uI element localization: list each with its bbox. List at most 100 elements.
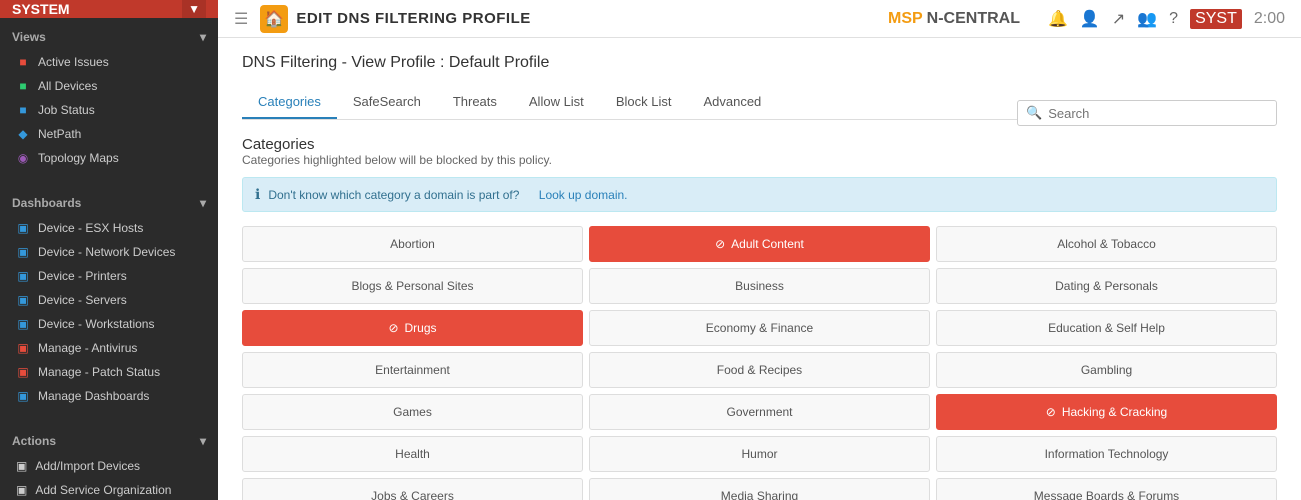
category-button[interactable]: Games <box>242 394 583 430</box>
sidebar-item-label: All Devices <box>38 79 97 93</box>
sidebar-item-label: Manage - Patch Status <box>38 365 160 379</box>
antivirus-icon: ▣ <box>16 341 30 355</box>
sidebar-item-printers[interactable]: ▣ Device - Printers <box>0 264 218 288</box>
sidebar-item-servers[interactable]: ▣ Device - Servers <box>0 288 218 312</box>
search-bar: 🔍 <box>1017 100 1277 126</box>
workstations-icon: ▣ <box>16 317 30 331</box>
tab-block-list[interactable]: Block List <box>600 86 688 119</box>
job-status-icon: ■ <box>16 103 30 117</box>
printers-icon: ▣ <box>16 269 30 283</box>
category-button[interactable]: ⊘Drugs <box>242 310 583 346</box>
section-title: Categories <box>242 136 315 153</box>
sys-time: 2:00 <box>1254 10 1285 28</box>
category-button[interactable]: Blogs & Personal Sites <box>242 268 583 304</box>
hamburger-icon[interactable]: ☰ <box>234 9 248 29</box>
help-icon[interactable]: ? <box>1169 10 1178 28</box>
all-devices-icon: ■ <box>16 79 30 93</box>
category-button[interactable]: Education & Self Help <box>936 310 1277 346</box>
blocked-icon: ⊘ <box>388 321 398 335</box>
category-button[interactable]: Information Technology <box>936 436 1277 472</box>
category-button[interactable]: Alcohol & Tobacco <box>936 226 1277 262</box>
category-button[interactable]: Food & Recipes <box>589 352 930 388</box>
sidebar-item-manage-dashboards[interactable]: ▣ Manage Dashboards <box>0 384 218 408</box>
sidebar-item-all-devices[interactable]: ■ All Devices <box>0 74 218 98</box>
sidebar-item-label: Active Issues <box>38 55 109 69</box>
info-bar: ℹ Don't know which category a domain is … <box>242 177 1277 212</box>
blocked-icon: ⊘ <box>1046 405 1056 419</box>
topbar-title: EDIT DNS FILTERING PROFILE <box>296 10 530 27</box>
sidebar-item-patch-status[interactable]: ▣ Manage - Patch Status <box>0 360 218 384</box>
category-button[interactable]: Gambling <box>936 352 1277 388</box>
tab-categories[interactable]: Categories <box>242 86 337 119</box>
sidebar-item-label: Device - Servers <box>38 293 127 307</box>
esx-icon: ▣ <box>16 221 30 235</box>
topbar-title-area: 🏠 EDIT DNS FILTERING PROFILE <box>260 5 876 33</box>
category-button[interactable]: Business <box>589 268 930 304</box>
category-button[interactable]: Jobs & Careers <box>242 478 583 500</box>
sidebar-item-active-issues[interactable]: ■ Active Issues <box>0 50 218 74</box>
category-button[interactable]: Health <box>242 436 583 472</box>
user-icon[interactable]: 👤 <box>1080 9 1100 29</box>
category-button[interactable]: ⊘Adult Content <box>589 226 930 262</box>
category-button[interactable]: Abortion <box>242 226 583 262</box>
tab-safesearch[interactable]: SafeSearch <box>337 86 437 119</box>
category-button[interactable]: Message Boards & Forums <box>936 478 1277 500</box>
info-text: Don't know which category a domain is pa… <box>268 188 519 202</box>
brand-msp: MSP <box>888 10 923 28</box>
export-icon[interactable]: ↗ <box>1112 9 1125 29</box>
sidebar-item-label: Add Service Organization <box>35 483 171 497</box>
users-icon[interactable]: 👥 <box>1137 9 1157 29</box>
sidebar-dashboards-chevron: ▾ <box>200 196 206 210</box>
page-title: DNS Filtering - View Profile : Default P… <box>242 54 1277 72</box>
category-button[interactable]: Entertainment <box>242 352 583 388</box>
sidebar-item-antivirus[interactable]: ▣ Manage - Antivirus <box>0 336 218 360</box>
sidebar-item-label: Device - ESX Hosts <box>38 221 143 235</box>
topbar-logo: 🏠 <box>260 5 288 33</box>
sidebar-item-label: Manage - Antivirus <box>38 341 137 355</box>
search-input[interactable] <box>1048 106 1268 121</box>
category-button[interactable]: ⊘Hacking & Cracking <box>936 394 1277 430</box>
sidebar-actions-label: Actions <box>12 434 56 448</box>
sidebar-item-topology-maps[interactable]: ◉ Topology Maps <box>0 146 218 170</box>
categories-grid: Abortion⊘Adult ContentAlcohol & TobaccoB… <box>242 226 1277 500</box>
sidebar-item-job-status[interactable]: ■ Job Status <box>0 98 218 122</box>
sidebar-actions-chevron: ▾ <box>200 434 206 448</box>
tab-threats[interactable]: Threats <box>437 86 513 119</box>
sidebar-item-add-service-org[interactable]: ▣ Add Service Organization <box>0 478 218 500</box>
sidebar-views-chevron: ▾ <box>200 30 206 44</box>
sidebar-item-label: Device - Network Devices <box>38 245 175 259</box>
sidebar-item-label: Device - Workstations <box>38 317 154 331</box>
sidebar-item-workstations[interactable]: ▣ Device - Workstations <box>0 312 218 336</box>
sidebar-item-label: Job Status <box>38 103 95 117</box>
sidebar-dashboards-header[interactable]: Dashboards ▾ <box>0 190 218 216</box>
sidebar-item-netpath[interactable]: ◆ NetPath <box>0 122 218 146</box>
sidebar-views-section: Views ▾ ■ Active Issues ■ All Devices ■ … <box>0 18 218 176</box>
netpath-icon: ◆ <box>16 127 30 141</box>
sidebar-item-label: NetPath <box>38 127 81 141</box>
info-icon: ℹ <box>255 186 260 203</box>
sidebar-views-label: Views <box>12 30 46 44</box>
section-desc: Categories highlighted below will be blo… <box>242 153 1277 167</box>
sidebar-views-header[interactable]: Views ▾ <box>0 24 218 50</box>
sidebar-actions-section: Actions ▾ ▣ Add/Import Devices ▣ Add Ser… <box>0 422 218 500</box>
sidebar-dashboards-section: Dashboards ▾ ▣ Device - ESX Hosts ▣ Devi… <box>0 184 218 414</box>
category-button[interactable]: Economy & Finance <box>589 310 930 346</box>
sidebar-item-add-import[interactable]: ▣ Add/Import Devices <box>0 454 218 478</box>
tab-allow-list[interactable]: Allow List <box>513 86 600 119</box>
brand-ncentral: N-CENTRAL <box>927 10 1020 28</box>
bell-icon[interactable]: 🔔 <box>1048 9 1068 29</box>
topbar: ☰ 🏠 EDIT DNS FILTERING PROFILE MSP N-CEN… <box>218 0 1301 38</box>
tab-advanced[interactable]: Advanced <box>687 86 777 119</box>
sidebar-item-esx[interactable]: ▣ Device - ESX Hosts <box>0 216 218 240</box>
sidebar-item-network-devices[interactable]: ▣ Device - Network Devices <box>0 240 218 264</box>
category-button[interactable]: Media Sharing <box>589 478 930 500</box>
sidebar-collapse-button[interactable]: ▼ <box>182 0 206 18</box>
lookup-domain-link[interactable]: Look up domain. <box>539 188 628 202</box>
sidebar-actions-header[interactable]: Actions ▾ <box>0 428 218 454</box>
sidebar-header: SYSTEM ▼ <box>0 0 218 18</box>
category-button[interactable]: Humor <box>589 436 930 472</box>
category-button[interactable]: Dating & Personals <box>936 268 1277 304</box>
manage-dash-icon: ▣ <box>16 389 30 403</box>
sidebar-item-label: Add/Import Devices <box>35 459 140 473</box>
category-button[interactable]: Government <box>589 394 930 430</box>
